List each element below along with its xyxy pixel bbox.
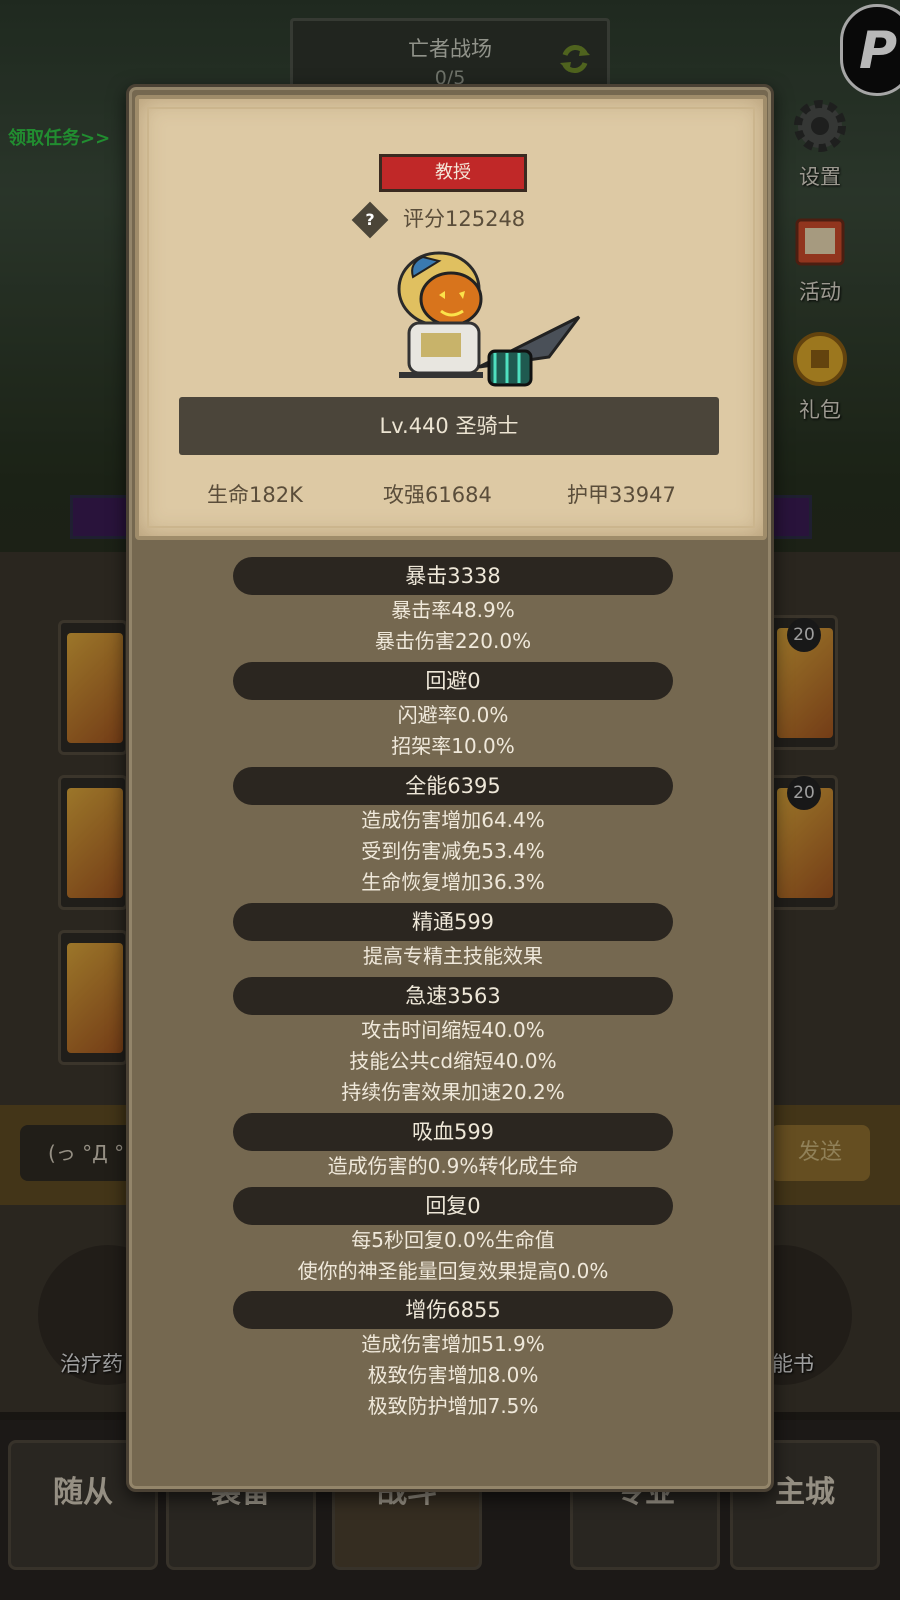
hero-name-plate: Lv.440 圣骑士 [179, 397, 719, 455]
character-card: 教授 ? 评分125248 Lv.440 圣骑士 生命182K 攻强61684 护… [135, 95, 767, 540]
stat-line: 造成伤害的0.9%转化成生命 [327, 1154, 579, 1178]
rating-row: ? 评分125248 [351, 201, 526, 239]
help-icon[interactable]: ? [351, 201, 389, 239]
stat-line: 使你的神圣能量回复效果提高0.0% [297, 1259, 609, 1283]
stat-head: 增伤6855 [233, 1291, 673, 1329]
stat-line: 每5秒回复0.0%生命值 [351, 1228, 555, 1252]
stat-head: 回复0 [233, 1187, 673, 1225]
stat-line: 暴击率48.9% [391, 598, 515, 622]
stat-line: 持续伤害效果加速20.2% [341, 1080, 565, 1104]
rating-value: 评分125248 [403, 207, 526, 231]
stat-line: 攻击时间缩短40.0% [361, 1018, 545, 1042]
stat-group-avoidance: 回避0 闪避率0.0% 招架率10.0% [129, 662, 777, 762]
stat-line: 暴击伤害220.0% [374, 629, 532, 653]
stat-head: 吸血599 [233, 1113, 673, 1151]
stat-line: 造成伤害增加51.9% [361, 1332, 545, 1356]
stat-line: 受到伤害减免53.4% [361, 839, 545, 863]
armor-stat: 护甲33947 [567, 483, 676, 507]
stat-line: 造成伤害增加64.4% [361, 808, 545, 832]
stat-line: 极致伤害增加8.0% [367, 1363, 539, 1387]
stat-group-haste: 急速3563 攻击时间缩短40.0% 技能公共cd缩短40.0% 持续伤害效果加… [129, 977, 777, 1108]
stat-group-leech: 吸血599 造成伤害的0.9%转化成生命 [129, 1113, 777, 1182]
stat-line: 生命恢复增加36.3% [361, 870, 545, 894]
stat-line: 闪避率0.0% [397, 703, 509, 727]
stat-group-versatility: 全能6395 造成伤害增加64.4% 受到伤害减免53.4% 生命恢复增加36.… [129, 767, 777, 898]
character-stats-modal: 教授 ? 评分125248 Lv.440 圣骑士 生命182K 攻强61684 护… [126, 84, 774, 1492]
stat-line: 提高专精主技能效果 [363, 944, 543, 968]
stat-line: 极致防护增加7.5% [367, 1394, 539, 1418]
stat-head: 急速3563 [233, 977, 673, 1015]
stat-group-damage-bonus: 增伤6855 造成伤害增加51.9% 极致伤害增加8.0% 极致防护增加7.5% [129, 1291, 777, 1422]
stat-head: 精通599 [233, 903, 673, 941]
attack-power-stat: 攻强61684 [383, 483, 492, 507]
stat-head: 全能6395 [233, 767, 673, 805]
stat-group-crit: 暴击3338 暴击率48.9% 暴击伤害220.0% [129, 557, 777, 657]
core-stats-row: 生命182K 攻强61684 护甲33947 [139, 479, 771, 509]
stat-head: 暴击3338 [233, 557, 673, 595]
stat-head: 回避0 [233, 662, 673, 700]
stat-line: 招架率10.0% [391, 734, 515, 758]
paladin-character-portrait [397, 251, 581, 387]
stat-line: 技能公共cd缩短40.0% [349, 1049, 557, 1073]
stat-group-mastery: 精通599 提高专精主技能效果 [129, 903, 777, 972]
stat-group-regen: 回复0 每5秒回复0.0%生命值 使你的神圣能量回复效果提高0.0% [129, 1187, 777, 1287]
character-title-tag: 教授 [379, 154, 527, 192]
hp-stat: 生命182K [207, 483, 303, 507]
